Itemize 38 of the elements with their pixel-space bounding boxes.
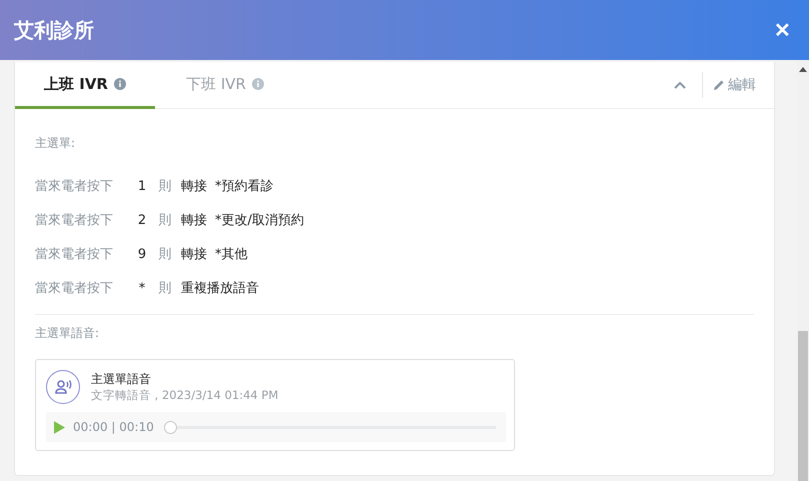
rule-prefix: 當來電者按下	[35, 280, 114, 297]
rule-prefix: 當來電者按下	[35, 246, 114, 263]
rule-then: 則	[158, 212, 172, 229]
play-icon[interactable]	[54, 420, 65, 434]
rule-action: 轉接	[181, 246, 207, 263]
key-value: 9	[136, 246, 148, 262]
rule-prefix: 當來電者按下	[35, 178, 114, 195]
rule-action: 轉接	[181, 212, 207, 229]
rule-then: 則	[158, 246, 172, 263]
key-value: 2	[136, 212, 148, 228]
key-value: 1	[136, 178, 148, 194]
tab[interactable]: 上班 IVR	[15, 62, 155, 109]
rule-target: *更改/取消預約	[215, 212, 304, 229]
scroll-up-icon[interactable]	[799, 67, 807, 72]
info-icon	[252, 78, 264, 90]
window-title: 艾利診所	[14, 16, 94, 44]
rule-then: 則	[158, 280, 172, 297]
pencil-icon	[713, 79, 725, 91]
rule-action: 轉接	[181, 178, 207, 195]
section-label: 主選單語音:	[35, 325, 100, 342]
audio-title: 主選單語音	[91, 371, 152, 388]
seek-thumb[interactable]	[164, 420, 177, 434]
rule-target: *其他	[215, 246, 248, 263]
info-icon	[114, 78, 126, 90]
key-value: *	[138, 280, 146, 296]
rule-action: 重複播放語音	[181, 280, 259, 297]
tab[interactable]: 下班 IVR	[155, 62, 295, 109]
collapse-icon[interactable]	[674, 81, 686, 89]
rule-target: *預約看診	[215, 178, 274, 195]
audio-time: 00:00 | 00:10	[73, 420, 154, 434]
audio-meta: 文字轉語音 , 2023/3/14 01:44 PM	[91, 388, 278, 403]
rule-then: 則	[158, 178, 172, 195]
close-button[interactable]: ✕	[774, 18, 791, 42]
section-label: 主選單:	[35, 135, 76, 152]
voice-icon	[46, 370, 80, 404]
scroll-thumb[interactable]	[798, 331, 808, 481]
edit-button[interactable]: 編輯	[713, 62, 756, 108]
rule-prefix: 當來電者按下	[35, 212, 114, 229]
